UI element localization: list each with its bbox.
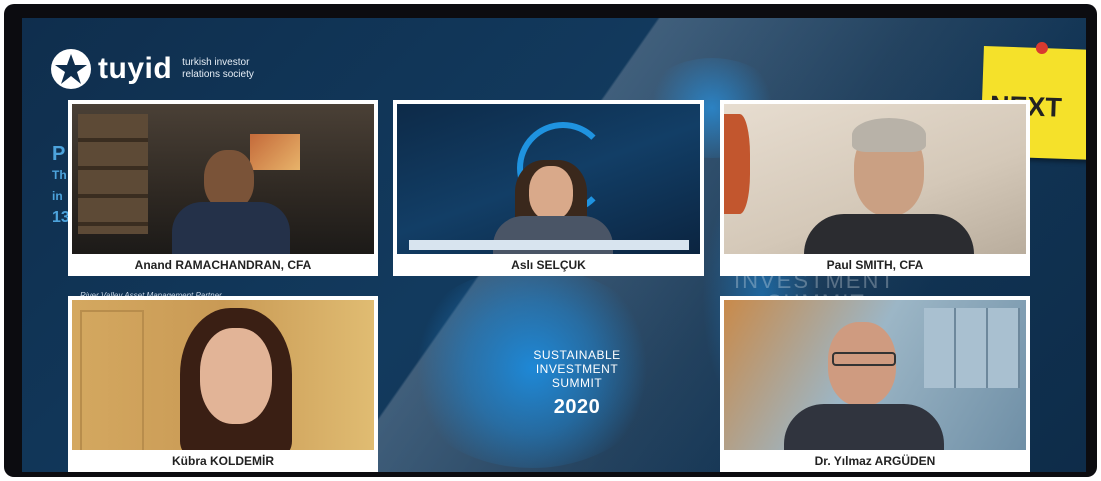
participant-tile[interactable]: Paul SMITH, CFA xyxy=(720,100,1030,276)
painting xyxy=(250,134,300,170)
participant-video xyxy=(724,104,1026,254)
person-head xyxy=(204,150,254,210)
event-line-3: SUMMIT xyxy=(551,376,603,390)
participant-tile[interactable]: Dr. Yılmaz ARGÜDEN xyxy=(720,296,1030,472)
event-year: 2020 xyxy=(553,396,601,418)
star-logo-icon xyxy=(51,49,91,89)
tagline-line-1: turkish investor xyxy=(182,57,250,68)
participant-video xyxy=(397,104,700,254)
person-body xyxy=(172,202,290,254)
screen-bezel: tuyid turkish investor relations society… xyxy=(4,4,1097,477)
participant-name: Dr. Yılmaz ARGÜDEN xyxy=(814,454,936,468)
participant-tile[interactable]: Kübra KOLDEMİR xyxy=(68,296,378,472)
name-strip xyxy=(409,240,689,250)
event-title: SUSTAINABLE INVESTMENT SUMMIT 2020 xyxy=(507,348,647,421)
person-body xyxy=(784,404,944,450)
brand-name: tuyid xyxy=(98,52,173,85)
participant-video xyxy=(724,300,1026,450)
conference-stage: tuyid turkish investor relations society… xyxy=(22,18,1086,472)
person-head xyxy=(200,328,272,424)
event-line-1: SUSTAINABLE xyxy=(533,348,621,362)
participant-name: Aslı SELÇUK xyxy=(511,258,586,272)
person-body xyxy=(804,214,974,254)
brand-tagline: turkish investor relations society xyxy=(182,57,254,81)
tagline-line-2: relations society xyxy=(182,69,254,80)
participant-tile[interactable]: Aslı SELÇUK xyxy=(393,100,704,276)
participant-video xyxy=(72,104,374,254)
participant-name: Kübra KOLDEMİR xyxy=(172,454,274,468)
bookshelf xyxy=(78,114,148,234)
pushpin-icon xyxy=(1035,41,1049,55)
background-object xyxy=(724,114,750,214)
event-line-2: INVESTMENT xyxy=(535,362,619,376)
tuyid-logo: tuyid turkish investor relations society xyxy=(48,46,254,92)
person-hair xyxy=(852,118,926,152)
person-head xyxy=(529,166,573,220)
glasses-icon xyxy=(832,352,896,366)
door-panel xyxy=(80,310,144,450)
participant-name: Paul SMITH, CFA xyxy=(826,258,924,272)
participant-video xyxy=(72,300,374,450)
participant-tile[interactable]: Anand RAMACHANDRAN, CFA xyxy=(68,100,378,276)
participant-name: Anand RAMACHANDRAN, CFA xyxy=(134,258,312,272)
wall-art xyxy=(924,308,1020,388)
